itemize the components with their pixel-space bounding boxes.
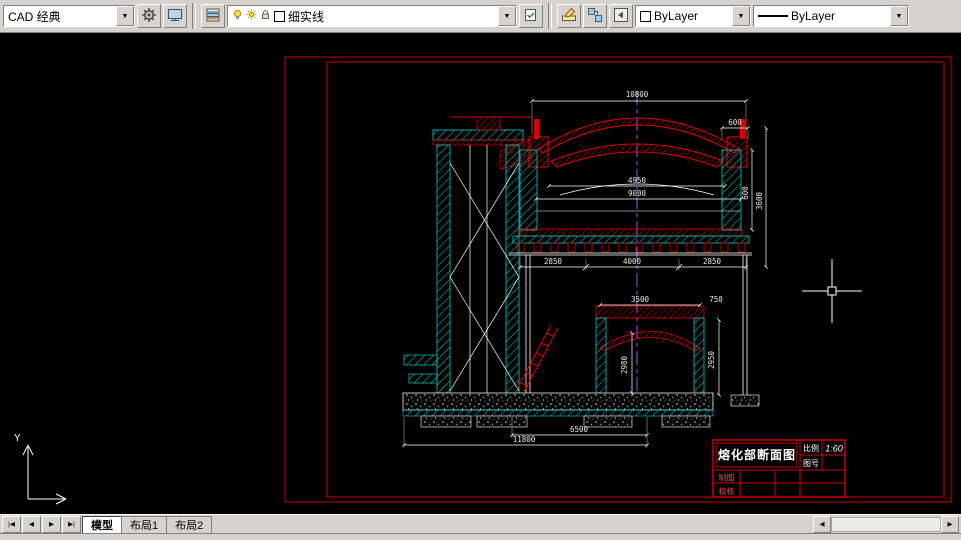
dimension-label: 600 xyxy=(728,118,742,127)
ucs-y-label: Y xyxy=(14,433,21,444)
dimension-label: 9000 xyxy=(628,189,647,198)
layout-tab-bar: |◀ ◀ ▶ ▶| 模型 布局1 布局2 ◀ ▶ xyxy=(0,514,961,533)
dimension-label: 4000 xyxy=(623,257,642,266)
chevron-down-icon[interactable]: ▼ xyxy=(732,6,750,26)
drafted-label: 制图 xyxy=(719,473,735,483)
dimension-label: 3500 xyxy=(631,295,650,304)
layer-properties-button[interactable] xyxy=(201,4,225,28)
horizontal-scrollbar[interactable]: ◀ ▶ xyxy=(813,517,959,532)
layer-previous-button[interactable] xyxy=(609,4,633,28)
dimension-label: 2980 xyxy=(620,355,629,374)
ucs-icon: Y xyxy=(14,433,66,504)
color-value: ByLayer xyxy=(654,9,698,23)
toolbar-separator xyxy=(548,3,552,29)
model-space-viewport[interactable]: 10800 600 4950 9000 2850 4000 2850 3500 750 2980 2… xyxy=(0,33,961,514)
workspace-value: CAD 经典 xyxy=(8,8,61,25)
drawing-number-label: 图号 xyxy=(803,459,819,468)
layer-states-icon xyxy=(523,7,539,26)
monitor-icon xyxy=(167,7,183,26)
match-properties-button[interactable] xyxy=(583,4,607,28)
display-settings-button[interactable] xyxy=(163,4,187,28)
linetype-value: ByLayer xyxy=(791,9,835,23)
chevron-down-icon[interactable]: ▼ xyxy=(498,6,516,26)
scrollbar-track[interactable] xyxy=(831,517,941,532)
layer-combobox[interactable]: 细实线 ▼ xyxy=(227,5,517,27)
drawing-area[interactable]: 10800 600 4950 9000 2850 4000 2850 3500 750 2980 2… xyxy=(0,33,961,514)
pencil-layer-icon xyxy=(561,7,577,26)
linetype-combobox[interactable]: ByLayer ▼ xyxy=(753,5,909,27)
match-properties-icon xyxy=(587,7,603,26)
regenerator-arch xyxy=(596,306,704,395)
last-tab-button[interactable]: ▶| xyxy=(62,516,81,533)
toolbar-separator xyxy=(192,3,196,29)
layer-on-bulb-icon[interactable] xyxy=(232,9,243,23)
workspace-combobox[interactable]: CAD 经典 ▼ xyxy=(3,5,135,27)
layer-color-swatch[interactable] xyxy=(274,11,285,22)
dimension-label: 2950 xyxy=(707,350,716,369)
stairs xyxy=(517,325,558,392)
left-port-regenerator-tower xyxy=(404,117,531,393)
dimension-label: 600 xyxy=(741,186,750,200)
scale-label: 比例 xyxy=(803,443,819,453)
layer-states-button[interactable] xyxy=(519,4,543,28)
layer-name-value: 细实线 xyxy=(288,8,324,25)
make-object-layer-current-button[interactable] xyxy=(557,4,581,28)
dimension-label: 11800 xyxy=(513,435,536,444)
layer-lock-icon[interactable] xyxy=(260,9,271,23)
dimension-label: 750 xyxy=(709,295,723,304)
dimension-label: 4950 xyxy=(628,176,647,185)
scroll-right-icon[interactable]: ▶ xyxy=(941,516,959,533)
workspace-settings-button[interactable] xyxy=(137,4,161,28)
gear-icon xyxy=(141,7,157,26)
command-line-edge xyxy=(0,533,961,540)
layers-icon xyxy=(205,7,221,26)
steel-platform xyxy=(509,243,752,255)
layer-freeze-sun-icon[interactable] xyxy=(246,9,257,23)
dimension-label: 3600 xyxy=(755,191,764,210)
dimension-label: 2850 xyxy=(703,257,722,266)
foundation xyxy=(403,393,759,427)
linetype-sample-icon xyxy=(758,15,788,17)
tab-layout2[interactable]: 布局2 xyxy=(166,516,212,533)
dimension-label: 6500 xyxy=(570,425,589,434)
dimension-label: 2850 xyxy=(544,257,563,266)
color-swatch xyxy=(640,11,651,22)
chevron-down-icon[interactable]: ▼ xyxy=(116,6,134,26)
first-tab-button[interactable]: |◀ xyxy=(2,516,21,533)
layer-previous-icon xyxy=(613,7,629,26)
scroll-left-icon[interactable]: ◀ xyxy=(813,516,831,533)
chevron-down-icon[interactable]: ▼ xyxy=(890,6,908,26)
title-block: 熔化部断面图 比例 1:60 图号 制图 校核 xyxy=(713,440,845,497)
autocad-window: CAD 经典 ▼ xyxy=(0,0,961,540)
next-tab-button[interactable]: ▶ xyxy=(42,516,61,533)
furnace-structure xyxy=(403,117,759,427)
previous-tab-button[interactable]: ◀ xyxy=(22,516,41,533)
scale-value: 1:60 xyxy=(825,444,843,454)
tab-layout1[interactable]: 布局1 xyxy=(121,516,167,533)
crosshair-cursor xyxy=(802,259,862,323)
title-block-title: 熔化部断面图 xyxy=(718,447,796,462)
top-toolbar: CAD 经典 ▼ xyxy=(0,0,961,33)
dimension-label: 10800 xyxy=(626,90,649,99)
tab-model[interactable]: 模型 xyxy=(82,516,122,533)
checked-label: 校核 xyxy=(719,486,735,496)
object-color-combobox[interactable]: ByLayer ▼ xyxy=(635,5,751,27)
